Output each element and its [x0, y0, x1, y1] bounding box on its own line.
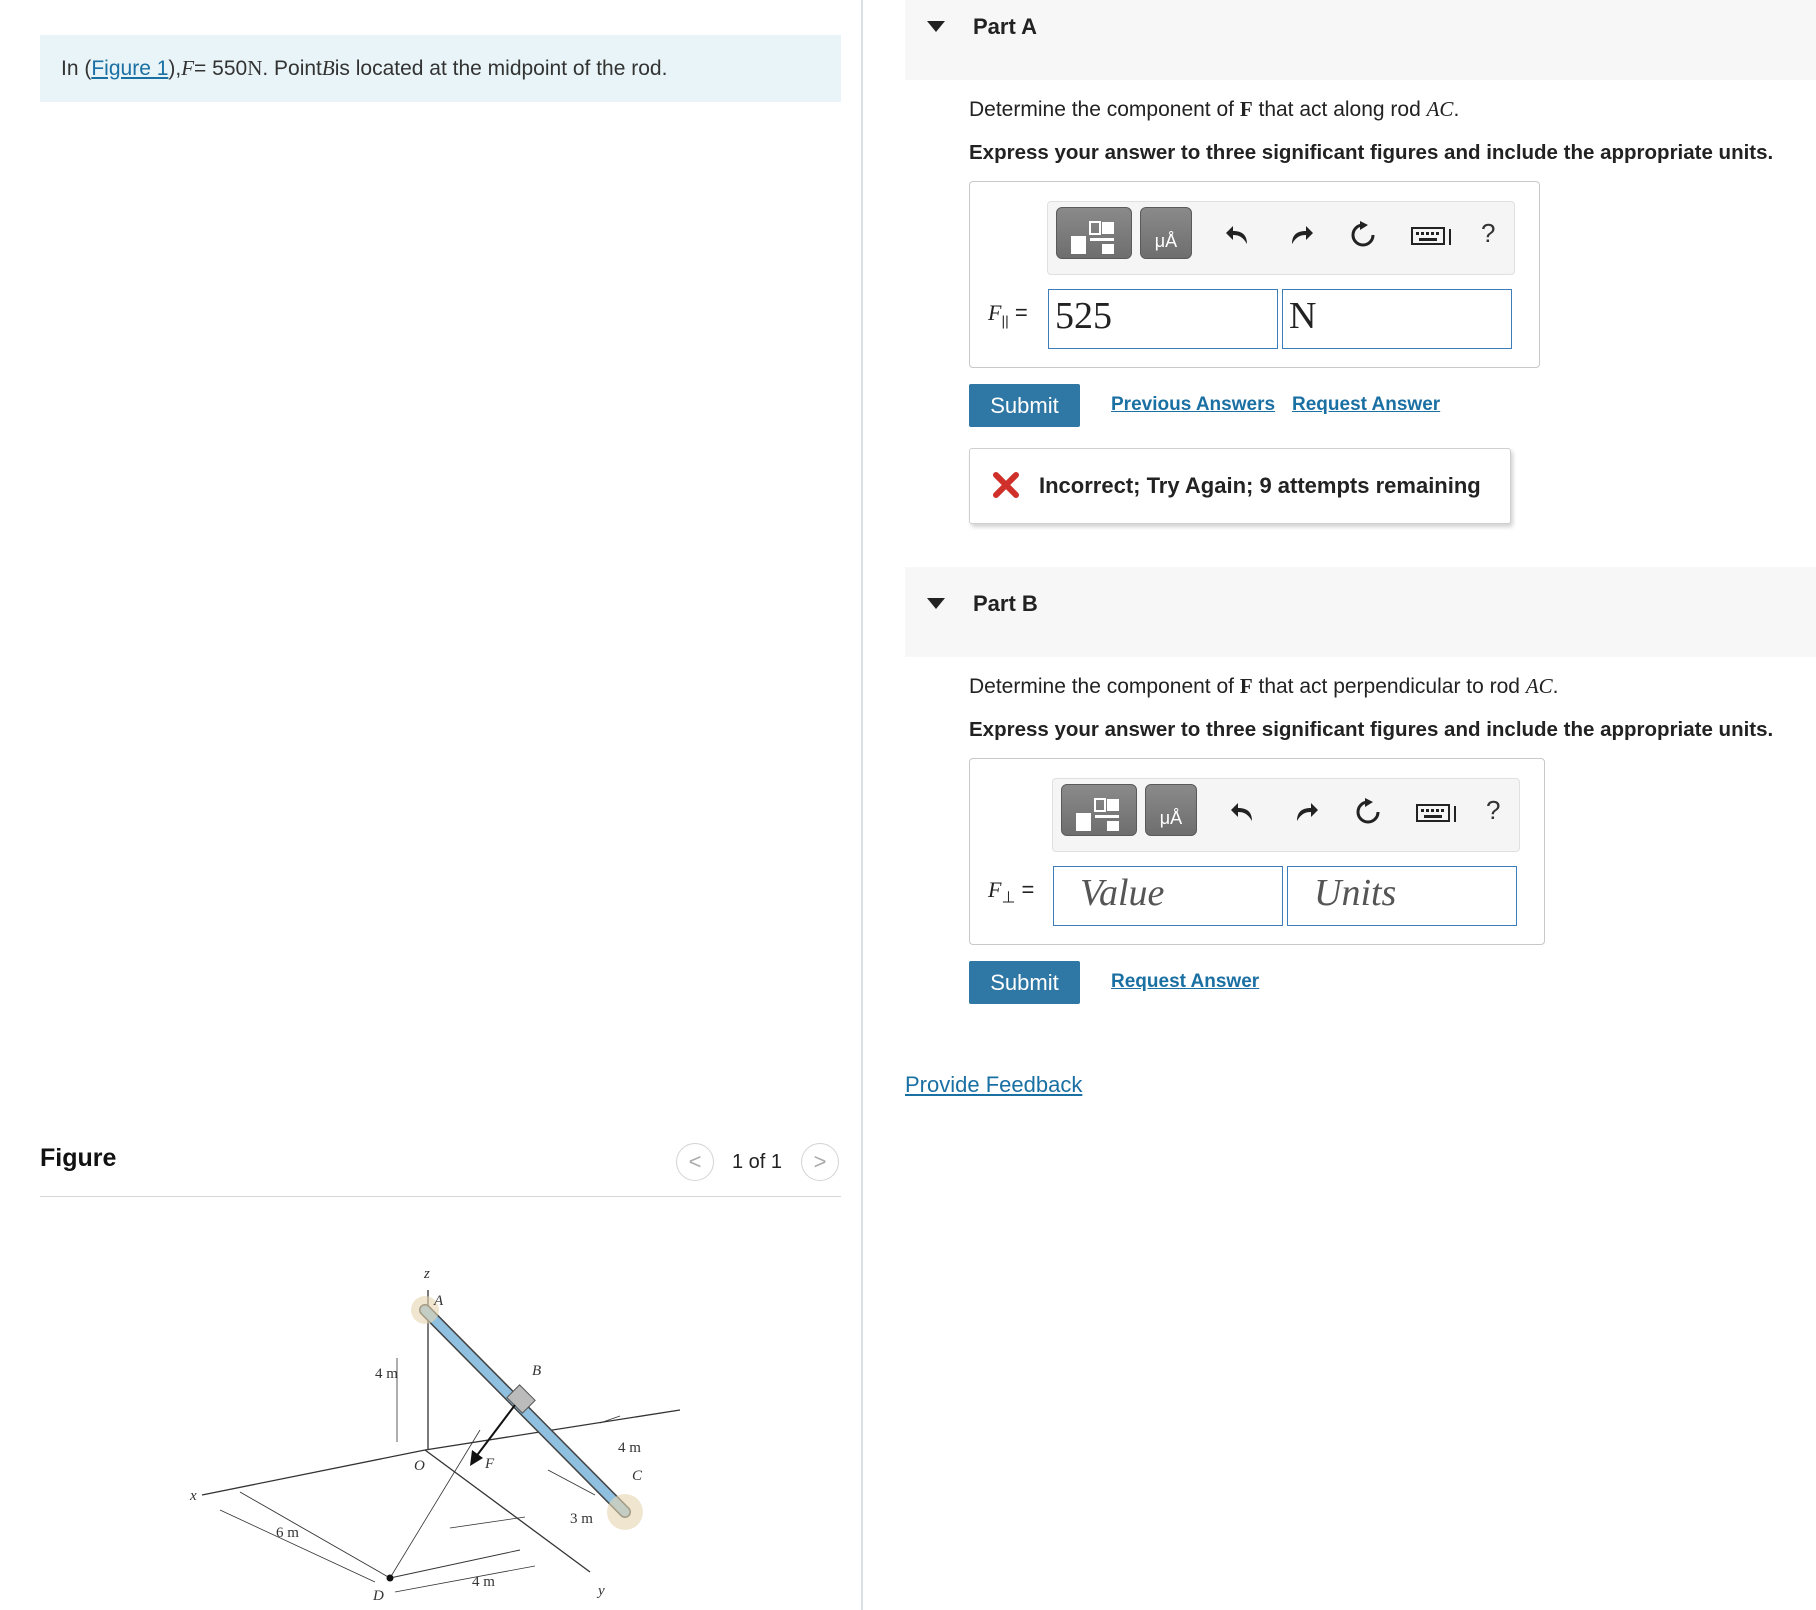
part-b-submit-button[interactable]: Submit — [969, 961, 1080, 1004]
force-unit: N — [247, 56, 263, 80]
part-a-answer-box: μÅ ? F|| = 525 N — [969, 181, 1540, 368]
figure-page-count: 1 of 1 — [732, 1151, 783, 1173]
dim-6m: 6 m — [276, 1525, 299, 1541]
mu-angstrom-icon: μÅ — [1159, 808, 1183, 828]
problem-statement: In (Figure 1), F = 550 N. Point B is loc… — [40, 35, 841, 102]
figure-title: Figure — [40, 1144, 117, 1172]
part-a-instruction: Express your answer to three significant… — [969, 141, 1774, 164]
problem-text: . Point — [262, 56, 322, 80]
feedback-text: Incorrect; Try Again; 9 attempts remaini… — [1039, 473, 1481, 498]
help-button[interactable]: ? — [1481, 218, 1495, 249]
part-a-units-input[interactable]: N — [1282, 289, 1512, 349]
part-a-request-answer-link[interactable]: Request Answer — [1292, 394, 1440, 416]
templates-icon — [1071, 221, 1114, 254]
var-subscript: ⊥ — [1001, 889, 1016, 907]
figure-prev-button[interactable]: < — [676, 1143, 714, 1181]
question-text: Determine the component of — [969, 98, 1240, 121]
collapse-triangle-icon — [927, 21, 945, 32]
keyboard-icon[interactable] — [1410, 220, 1454, 250]
part-b-toolbar: μÅ ? — [1052, 778, 1520, 852]
units-symbol-button[interactable]: μÅ — [1145, 784, 1197, 836]
mu-angstrom-icon: μÅ — [1154, 231, 1178, 251]
provide-feedback-link[interactable]: Provide Feedback — [905, 1072, 1082, 1098]
dim-4m-vertical: 4 m — [375, 1366, 398, 1382]
part-a-value-input[interactable]: 525 — [1048, 289, 1278, 349]
part-a-header[interactable]: Part A — [905, 0, 1816, 80]
var-subscript: || — [1001, 312, 1009, 329]
problem-text: = 550 — [194, 56, 248, 80]
part-b-instruction: Express your answer to three significant… — [969, 718, 1774, 741]
part-b-value-input[interactable]: Value — [1053, 866, 1283, 926]
part-b-answer-box: μÅ ? F⊥ = Value Units — [969, 758, 1545, 945]
redo-icon[interactable] — [1291, 797, 1321, 827]
chevron-left-icon: < — [688, 1149, 702, 1174]
force-arrow — [470, 1450, 483, 1466]
x-axis — [201, 1449, 426, 1496]
part-a-question: Determine the component of F that act al… — [969, 97, 1459, 122]
part-b-question: Determine the component of F that act pe… — [969, 674, 1559, 699]
var-symbol: F — [988, 877, 1002, 902]
label-d: D — [372, 1588, 384, 1604]
part-a-submit-button[interactable]: Submit — [969, 384, 1080, 427]
question-text: . — [1552, 675, 1559, 698]
rod-symbol: AC — [1525, 674, 1553, 698]
undo-icon[interactable] — [1223, 220, 1253, 250]
label-a: A — [433, 1293, 444, 1309]
rod-symbol: AC — [1426, 97, 1454, 121]
reset-icon[interactable] — [1348, 220, 1378, 250]
chevron-right-icon: > — [813, 1149, 827, 1174]
question-text: . — [1453, 98, 1460, 121]
part-b-request-answer-link[interactable]: Request Answer — [1111, 971, 1259, 993]
question-text: that act perpendicular to rod — [1252, 675, 1526, 698]
figure-header: Figure < 1 of 1 > — [40, 1140, 841, 1197]
force-symbol: F — [181, 56, 195, 80]
label-z: z — [423, 1266, 430, 1282]
label-y: y — [596, 1583, 605, 1599]
help-button[interactable]: ? — [1486, 795, 1500, 826]
part-b-header[interactable]: Part B — [905, 567, 1816, 657]
problem-text: In ( — [61, 56, 92, 80]
feedback-message: Incorrect; Try Again; 9 attempts remaini… — [969, 448, 1511, 524]
part-b-var-label: F⊥ = — [988, 877, 1034, 907]
redo-icon[interactable] — [1286, 220, 1316, 250]
reset-icon[interactable] — [1353, 797, 1383, 827]
y-axis — [424, 1449, 591, 1573]
label-b: B — [532, 1363, 541, 1379]
previous-answers-link[interactable]: Previous Answers — [1111, 394, 1275, 416]
var-equals: = — [1014, 300, 1028, 325]
dim-4m-right: 4 m — [618, 1440, 641, 1456]
templates-button[interactable] — [1061, 784, 1137, 836]
problem-text: ), — [168, 56, 182, 80]
part-a-var-label: F|| = — [988, 300, 1028, 328]
dim-3m: 3 m — [570, 1511, 593, 1527]
dim-4m-bottom: 4 m — [472, 1574, 495, 1590]
point-symbol: B — [321, 56, 335, 80]
part-a-toolbar: μÅ ? — [1047, 201, 1515, 275]
figure-diagram: z A B C D O F x y 4 m 4 m 3 m 6 m 4 m — [189, 1266, 681, 1604]
label-x: x — [189, 1488, 197, 1504]
label-o: O — [414, 1458, 425, 1474]
part-b-title: Part B — [973, 591, 1038, 616]
label-c: C — [632, 1468, 643, 1484]
pane-divider — [861, 0, 863, 1610]
units-symbol-button[interactable]: μÅ — [1140, 207, 1192, 259]
collapse-triangle-icon — [927, 598, 945, 609]
question-text: Determine the component of — [969, 675, 1240, 698]
part-b-units-input[interactable]: Units — [1287, 866, 1517, 926]
templates-button[interactable] — [1056, 207, 1132, 259]
force-symbol: F — [1239, 97, 1253, 121]
figure-next-button[interactable]: > — [801, 1143, 839, 1181]
var-equals: = — [1021, 877, 1035, 902]
force-symbol: F — [1239, 674, 1253, 698]
keyboard-icon[interactable] — [1415, 797, 1459, 827]
figure-link[interactable]: Figure 1 — [91, 57, 168, 81]
templates-icon — [1076, 798, 1119, 831]
question-text: that act along rod — [1252, 98, 1427, 121]
undo-icon[interactable] — [1228, 797, 1258, 827]
part-a-title: Part A — [973, 14, 1037, 39]
problem-text: is located at the midpoint of the rod. — [334, 56, 668, 80]
var-symbol: F — [988, 300, 1002, 325]
error-x-icon — [993, 472, 1019, 498]
label-f: F — [484, 1456, 495, 1472]
